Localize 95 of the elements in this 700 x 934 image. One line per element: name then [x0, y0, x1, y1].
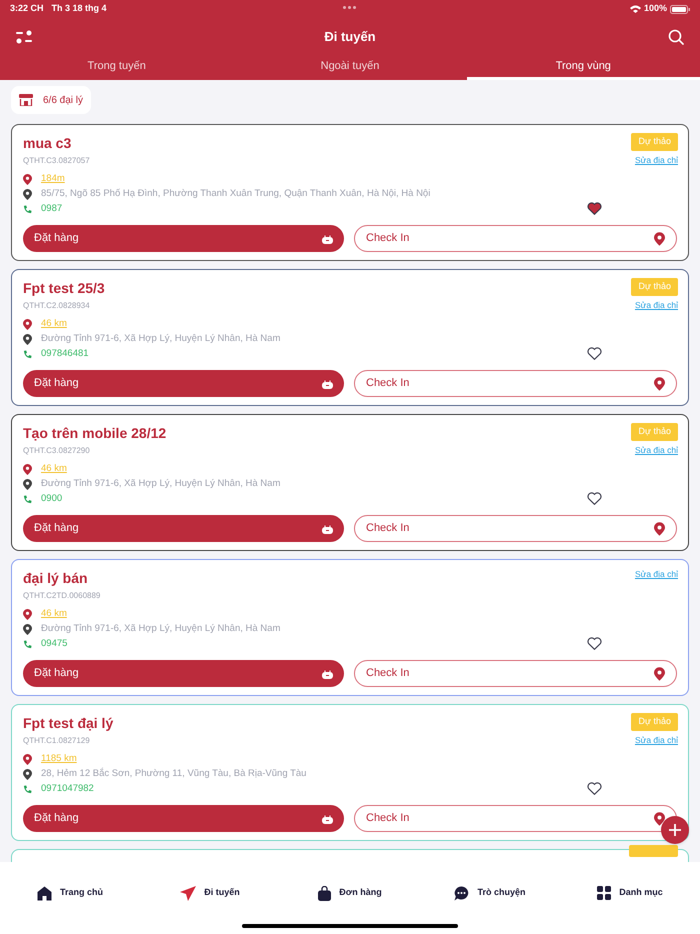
store-name: mua c3 [23, 134, 72, 153]
store-code: QTHT.C2.0828934 [23, 300, 90, 312]
chat-icon [454, 886, 470, 900]
order-button[interactable]: Đặt hàng [23, 370, 344, 397]
store-code: QTHT.C1.0827129 [23, 735, 90, 747]
location-pin-icon [654, 522, 665, 536]
battery-percent: 100% [644, 2, 667, 16]
status-badge: Dự thảo [631, 423, 678, 441]
bag-icon [322, 378, 333, 388]
order-button[interactable]: Đặt hàng [23, 515, 344, 542]
check-in-button[interactable]: Check In [354, 660, 677, 687]
bag-icon [322, 234, 333, 244]
bag-icon [322, 814, 333, 824]
phone-number: 0900 [41, 492, 62, 506]
search-icon[interactable] [668, 29, 684, 45]
grid-icon [597, 886, 612, 900]
plus-icon [669, 824, 681, 836]
status-time: 3:22 CH [10, 2, 44, 16]
dots-icon [343, 6, 356, 9]
location-pin-icon [654, 376, 665, 390]
store-code: QTHT.C3.0827290 [23, 445, 90, 457]
phone-icon [23, 784, 32, 794]
store-address: Đường Tỉnh 971-6, Xã Hợp Lý, Huyện Lý Nhân, Hà Nam [41, 332, 280, 346]
heart-icon[interactable] [587, 782, 602, 795]
store-address: 28, Hẻm 12 Bắc Sơn, Phường 11, Vũng Tàu, Bà Rịa-Vũng Tàu [41, 766, 306, 781]
heart-icon[interactable] [587, 347, 602, 360]
check-in-button[interactable]: Check In [354, 805, 677, 832]
store-card[interactable]: Fpt test 25/3 QTHT.C2.0828934 46 km Đường Tỉnh 971-6, Xã Hợp Lý, Huyện Lý Nhân, Hà Nam 097846481 Đặt hàng Check In Dự thảo Sửa địa chỉ [11, 269, 689, 406]
home-icon [36, 886, 52, 900]
store-card[interactable]: đại lý bán QTHT.C2TD.0060889 46 km Đường Tỉnh 971-6, Xã Hợp Lý, Huyện Lý Nhân, Hà Nam 09475 Đặt hàng Check In Sửa địa chỉ [11, 559, 689, 696]
map-pin-icon [23, 768, 32, 780]
location-pin-icon [23, 174, 32, 184]
phone-number: 09475 [41, 636, 68, 651]
nav-item[interactable]: Trò chuyện [420, 886, 560, 900]
store-address: 85/75, Ngõ 85 Phố Hạ Đình, Phường Thanh Xuân Trung, Quận Thanh Xuân, Hà Nội, Hà Nội [41, 186, 430, 201]
store-icon [19, 94, 33, 106]
status-badge: Dự thảo [631, 278, 678, 296]
phone-icon [23, 204, 32, 214]
map-pin-icon [23, 478, 32, 490]
nav-item[interactable]: Đi tuyến [140, 886, 280, 900]
bag-icon [318, 886, 332, 900]
phone-icon [23, 640, 32, 648]
phone-icon [23, 494, 32, 504]
store-address: Đường Tỉnh 971-6, Xã Hợp Lý, Huyện Lý Nhân, Hà Nam [41, 476, 280, 491]
store-code: QTHT.C3.0827057 [23, 155, 90, 167]
phone-number: 0971047982 [41, 782, 94, 796]
order-button[interactable]: Đặt hàng [23, 225, 344, 252]
order-button[interactable]: Đặt hàng [23, 805, 344, 832]
map-pin-icon [23, 334, 32, 344]
nav-item[interactable]: Trang chủ [0, 886, 140, 900]
location-pin-icon [23, 608, 32, 620]
heart-icon[interactable] [587, 492, 602, 505]
agency-count: 6/6 đại lý [43, 94, 84, 108]
check-in-button[interactable]: Check In [354, 225, 677, 252]
location-pin-icon [23, 754, 32, 764]
location-pin-icon [23, 318, 32, 330]
heart-icon[interactable] [587, 202, 602, 215]
nav-item[interactable]: Đơn hàng [280, 886, 420, 900]
paper-plane-icon [180, 886, 196, 900]
store-address: Đường Tỉnh 971-6, Xã Hợp Lý, Huyện Lý Nhân, Hà Nam [41, 622, 280, 636]
location-pin-icon [654, 232, 665, 246]
phone-number: 0987 [41, 202, 62, 216]
page-title: Đi tuyến [323, 28, 377, 46]
battery-icon [670, 4, 690, 14]
status-badge: Dự thảo [631, 713, 678, 731]
store-code: QTHT.C2TD.0060889 [23, 590, 100, 602]
phone-number: 097846481 [41, 346, 89, 361]
order-button[interactable]: Đặt hàng [23, 660, 344, 687]
check-in-button[interactable]: Check In [354, 515, 677, 542]
nav-item[interactable]: Danh mục [560, 886, 700, 900]
wifi-icon [630, 5, 641, 13]
location-pin-icon [654, 666, 665, 680]
filter-icon[interactable] [16, 30, 32, 44]
store-card[interactable]: Tạo trên mobile 28/12 QTHT.C3.0827290 46 km Đường Tỉnh 971-6, Xã Hợp Lý, Huyện Lý Nhân, Hà Nam 0900 Đặt hàng Check In Dự thảo Sửa địa chỉ [11, 414, 689, 551]
store-card[interactable]: mua c3 QTHT.C3.0827057 184m 85/75, Ngõ 85 Phố Hạ Đình, Phường Thanh Xuân Trung, Quận Thanh Xuân, Hà Nội, Hà Nội 0987 Đặt hàng Check In Dự thảo Sửa địa chỉ [11, 124, 689, 261]
tab[interactable]: Ngoài tuyến [233, 56, 467, 80]
store-card[interactable]: Fpt test đại lý QTHT.C1.0827129 1185 km 28, Hẻm 12 Bắc Sơn, Phường 11, Vũng Tàu, Bà Rịa-Vũng Tàu 0971047982 Đặt hàng Check In Dự thảo Sửa địa chỉ [11, 704, 689, 841]
map-pin-icon [23, 624, 32, 634]
store-name: Tạo trên mobile 28/12 [23, 424, 166, 443]
tab[interactable]: Trong tuyến [0, 56, 234, 80]
location-pin-icon [654, 812, 665, 826]
check-in-button[interactable]: Check In [354, 370, 677, 397]
status-badge: Dự thảo [631, 133, 678, 151]
bag-icon [322, 668, 333, 678]
store-name: Fpt test 25/3 [23, 279, 105, 298]
map-pin-icon [23, 188, 32, 200]
store-name: Fpt test đại lý [23, 714, 114, 733]
heart-icon[interactable] [587, 637, 602, 650]
tab[interactable]: Trong vùng [466, 56, 700, 80]
phone-icon [23, 350, 32, 358]
location-pin-icon [23, 464, 32, 474]
store-name: đại lý bán [23, 569, 88, 588]
bag-icon [322, 524, 333, 534]
status-date: Th 3 18 thg 4 [52, 2, 107, 16]
status-badge [629, 845, 678, 857]
